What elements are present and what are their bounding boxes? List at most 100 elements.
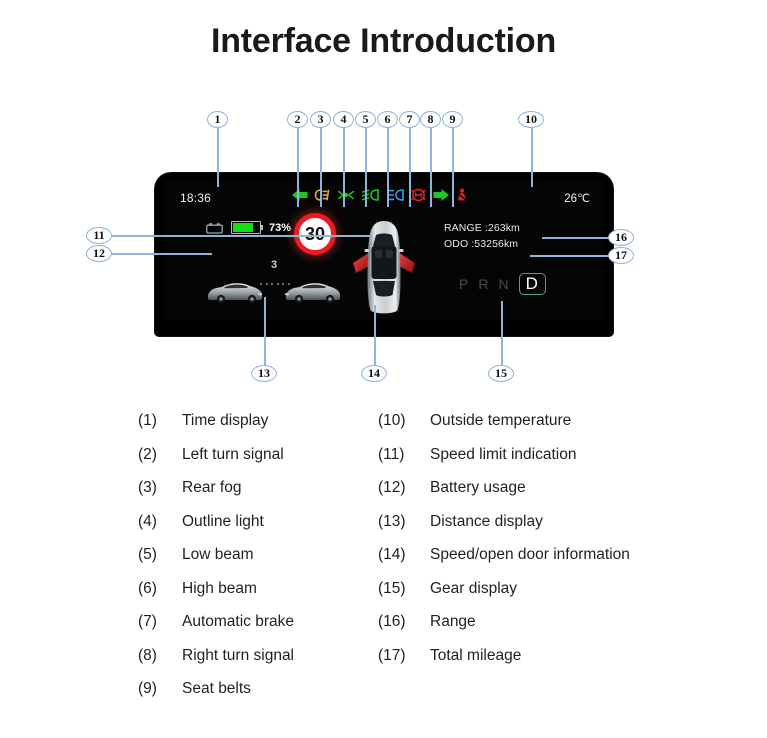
legend-label: Automatic brake	[182, 613, 294, 630]
page-title: Interface Introduction	[210, 22, 557, 60]
leader-line-11	[112, 235, 372, 237]
legend-label: Distance display	[430, 512, 543, 530]
legend-column-right: (10) Outside temperature (11) Speed limi…	[378, 412, 630, 680]
callout-1: 1	[207, 111, 228, 128]
leader-line-4	[343, 127, 345, 207]
outside-temperature: 26℃	[564, 193, 590, 205]
legend-item: (1) Time display	[138, 412, 294, 446]
gear-option-d-selected[interactable]: D	[518, 273, 546, 295]
legend-number: (5)	[138, 546, 157, 563]
legend-number: (7)	[138, 613, 157, 630]
callout-12: 12	[86, 245, 112, 262]
leader-line-14	[374, 305, 376, 367]
legend-number: (14)	[378, 546, 406, 563]
right-turn-signal-icon	[432, 188, 450, 202]
gear-display: P R N D	[459, 273, 546, 295]
status-bar: 18:36 26℃	[164, 181, 604, 215]
callout-5: 5	[355, 111, 376, 128]
gear-option-n[interactable]: N	[498, 276, 509, 292]
distance-value: 3	[270, 259, 278, 271]
legend-number: (15)	[378, 579, 406, 597]
legend-label: Battery usage	[430, 479, 526, 496]
legend-item: (8) Right turn signal	[138, 647, 294, 681]
callout-13: 13	[251, 365, 277, 382]
callout-9: 9	[442, 111, 463, 128]
legend-item: (17) Total mileage	[378, 647, 630, 681]
callout-14: 14	[361, 365, 387, 382]
leader-line-15	[501, 301, 503, 367]
callout-7: 7	[399, 111, 420, 128]
legend-number: (1)	[138, 412, 157, 429]
leader-line-16	[542, 237, 610, 239]
leader-line-6	[387, 127, 389, 207]
legend-item: (16) Range	[378, 613, 630, 647]
battery-level-fill	[233, 223, 254, 232]
legend-number: (8)	[138, 646, 157, 664]
callout-8: 8	[420, 111, 441, 128]
legend-label: Speed/open door information	[430, 546, 630, 563]
legend-item: (3) Rear fog	[138, 479, 294, 513]
rear-fog-light-icon	[314, 188, 332, 202]
legend-number: (17)	[378, 646, 406, 664]
legend-item: (12) Battery usage	[378, 479, 630, 513]
distance-dots	[260, 283, 290, 285]
callout-15: 15	[488, 365, 514, 382]
battery-pack-icon	[206, 222, 223, 234]
legend-number: (11)	[378, 445, 405, 463]
outline-light-icon	[337, 188, 355, 202]
legend-label: Total mileage	[430, 646, 522, 664]
callout-16: 16	[608, 229, 634, 246]
open-door-information	[347, 215, 421, 319]
callout-11: 11	[86, 227, 112, 244]
leader-line-13	[264, 297, 266, 367]
leader-line-9	[452, 127, 454, 207]
legend-number: (4)	[138, 512, 157, 530]
legend-item: (15) Gear display	[378, 580, 630, 614]
leader-line-10	[531, 127, 533, 187]
distance-car-graphics	[204, 275, 344, 307]
legend-label: Left turn signal	[182, 445, 284, 463]
callout-3: 3	[310, 111, 331, 128]
low-beam-icon	[360, 188, 380, 202]
leader-line-8	[430, 127, 432, 207]
leader-line-5	[365, 127, 367, 207]
legend-number: (16)	[378, 613, 406, 630]
legend-number: (9)	[138, 680, 157, 697]
distance-display: 3	[204, 259, 344, 309]
legend-column-left: (1) Time display (2) Left turn signal (3…	[138, 412, 294, 714]
legend-item: (14) Speed/open door information	[378, 546, 630, 580]
leader-line-17	[530, 255, 610, 257]
gear-option-r[interactable]: R	[478, 276, 489, 292]
cluster-screen: 18:36 26℃ 73% 30 3 RANGE:263km ODO:532…	[164, 181, 604, 319]
gear-option-p[interactable]: P	[459, 276, 469, 292]
time-display: 18:36	[180, 191, 212, 205]
callout-4: 4	[333, 111, 354, 128]
seat-belt-icon	[455, 188, 469, 202]
legend-label: Outline light	[182, 512, 264, 530]
legend: (1) Time display (2) Left turn signal (3…	[0, 412, 767, 732]
legend-label: Time display	[182, 412, 269, 429]
odometer-text: ODO :53256km	[444, 238, 519, 250]
legend-label: Gear display	[430, 579, 518, 597]
leader-line-7	[409, 127, 411, 207]
legend-number: (12)	[378, 479, 406, 496]
battery-usage-group: 73%	[206, 221, 291, 234]
left-turn-signal-icon	[291, 188, 309, 202]
leader-line-12	[112, 253, 212, 255]
legend-label: Low beam	[182, 546, 254, 563]
legend-label: Rear fog	[182, 479, 242, 496]
battery-percent-label: 73%	[269, 221, 292, 234]
instrument-cluster-diagram: 18:36 26℃ 73% 30 3 RANGE:263km ODO:532…	[0, 105, 767, 395]
legend-item: (10) Outside temperature	[378, 412, 630, 446]
leader-line-1	[217, 127, 219, 187]
leader-line-3	[320, 127, 322, 207]
callout-17: 17	[608, 247, 634, 264]
range-text: RANGE :263km	[444, 222, 520, 234]
legend-number: (10)	[378, 412, 406, 429]
callout-10: 10	[518, 111, 544, 128]
legend-item: (2) Left turn signal	[138, 446, 294, 480]
legend-number: (6)	[138, 579, 157, 597]
legend-number: (3)	[138, 479, 157, 496]
legend-item: (13) Distance display	[378, 513, 630, 547]
callout-6: 6	[377, 111, 398, 128]
